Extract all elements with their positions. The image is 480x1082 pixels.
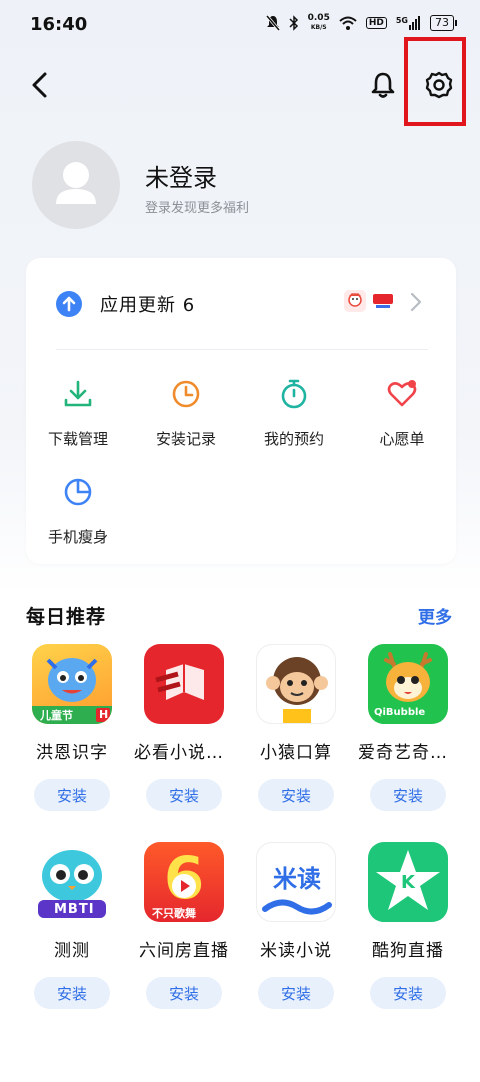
tool-label: 我的预约 — [263, 430, 324, 448]
app-icon-liujianfang[interactable]: 6 不只歌舞 — [144, 842, 224, 922]
avatar[interactable] — [32, 141, 120, 229]
bluetooth-icon — [289, 15, 298, 31]
daily-recommend-title: 每日推荐 — [26, 606, 107, 628]
app-badge-letter: H — [99, 708, 109, 721]
update-app-icons — [344, 290, 394, 312]
bell-icon — [371, 72, 395, 98]
settings-highlight-box — [404, 37, 466, 126]
mute-bell-icon — [265, 15, 280, 31]
app-icon-kugou[interactable]: K — [368, 842, 448, 922]
signal-label: 5G — [395, 16, 408, 25]
heart-icon — [386, 378, 418, 410]
app-card[interactable]: K 酷狗直播 安装 — [354, 842, 462, 1009]
timer-icon — [278, 378, 310, 410]
install-button[interactable]: 安装 — [146, 977, 222, 1009]
tool-download-manager[interactable]: 下载管理 — [28, 378, 128, 449]
app-name: 六间房直播 — [139, 941, 229, 961]
app-card[interactable]: 必看小说阅读器 安装 — [130, 644, 238, 811]
app-icon-bikan[interactable] — [144, 644, 224, 724]
app-card[interactable]: 米读 米读小说 安装 — [242, 842, 350, 1009]
app-name: 米读小说 — [260, 941, 332, 961]
status-time: 16:40 — [30, 14, 88, 35]
back-button[interactable] — [24, 68, 54, 102]
mini-app-icon — [372, 290, 394, 312]
chevron-left-icon — [32, 72, 47, 98]
install-button[interactable]: 安装 — [258, 977, 334, 1009]
tools-card: 应用更新 6 下载管理 安装记录 我的预约 心愿单 手机瘦身 — [26, 258, 456, 564]
app-updates-label: 应用更新 6 — [100, 295, 196, 316]
app-badge: MBTI — [54, 902, 95, 917]
app-icon-hongen[interactable]: 儿童节 H — [32, 644, 112, 724]
clock-icon — [170, 378, 202, 410]
app-name: 小猿口算 — [260, 743, 332, 763]
chevron-right-icon — [410, 292, 422, 312]
app-badge: QiBubble — [374, 707, 426, 718]
app-name: 爱奇艺奇巴布 — [358, 743, 458, 763]
profile-name[interactable]: 未登录 — [145, 158, 217, 193]
tool-my-reservations[interactable]: 我的预约 — [244, 378, 344, 449]
app-icon-qibubble[interactable]: QiBubble — [368, 644, 448, 724]
app-card[interactable]: 小猿口算 安装 — [242, 644, 350, 811]
app-card[interactable]: QiBubble 爱奇艺奇巴布 安装 — [354, 644, 462, 811]
tool-label: 手机瘦身 — [47, 528, 108, 546]
app-badge: K — [401, 872, 415, 893]
tool-label: 心愿单 — [379, 430, 425, 448]
monkey-icon — [266, 657, 328, 723]
app-card[interactable]: 儿童节 H 洪恩识字 安装 — [18, 644, 126, 811]
mini-app-icon — [344, 290, 366, 312]
app-icon-cece[interactable]: MBTI — [32, 842, 112, 922]
install-button[interactable]: 安装 — [258, 779, 334, 811]
divider — [56, 349, 428, 350]
install-button[interactable]: 安装 — [34, 779, 110, 811]
app-card[interactable]: MBTI 测测 安装 — [18, 842, 126, 1009]
user-icon — [56, 162, 96, 204]
login-hint[interactable]: 登录发现更多福利 — [145, 197, 249, 216]
wifi-icon — [339, 16, 357, 30]
install-button[interactable]: 安装 — [34, 977, 110, 1009]
network-speed: 0.05 KB/S — [308, 14, 330, 32]
book-icon — [155, 664, 204, 700]
install-button[interactable]: 安装 — [370, 779, 446, 811]
network-speed-value: 0.05 — [307, 13, 330, 23]
hd-badge: HD — [365, 17, 387, 29]
tool-label: 下载管理 — [47, 430, 108, 448]
app-name: 必看小说阅读器 — [134, 743, 234, 763]
app-icon-midu[interactable]: 米读 — [256, 842, 336, 922]
tool-phone-cleanup[interactable]: 手机瘦身 — [28, 476, 128, 547]
tool-wishlist[interactable]: 心愿单 — [352, 378, 452, 449]
install-button[interactable]: 安装 — [370, 977, 446, 1009]
tool-install-history[interactable]: 安装记录 — [136, 378, 236, 449]
app-badge: 不只歌舞 — [152, 907, 196, 920]
app-card[interactable]: 6 不只歌舞 六间房直播 安装 — [130, 842, 238, 1009]
battery-indicator: 73 — [430, 15, 457, 31]
upload-arrow-icon — [56, 291, 82, 317]
app-name: 酷狗直播 — [372, 941, 444, 961]
app-updates-row[interactable]: 应用更新 6 — [26, 258, 456, 350]
pie-chart-icon — [62, 476, 94, 508]
app-badge: 儿童节 — [40, 709, 73, 722]
download-icon — [62, 378, 94, 410]
network-speed-unit: KB/S — [310, 24, 327, 31]
notifications-button[interactable] — [366, 68, 400, 102]
tool-label: 安装记录 — [155, 430, 216, 448]
install-button[interactable]: 安装 — [146, 779, 222, 811]
app-name: 测测 — [54, 941, 90, 961]
status-icons: 0.05 KB/S HD 5G 73 — [265, 14, 457, 32]
signal-icon: 5G — [396, 16, 421, 30]
more-link[interactable]: 更多 — [418, 603, 452, 628]
app-name: 洪恩识字 — [36, 743, 108, 763]
wave-icon — [262, 899, 332, 915]
app-icon-xiaoyuan[interactable] — [256, 644, 336, 724]
